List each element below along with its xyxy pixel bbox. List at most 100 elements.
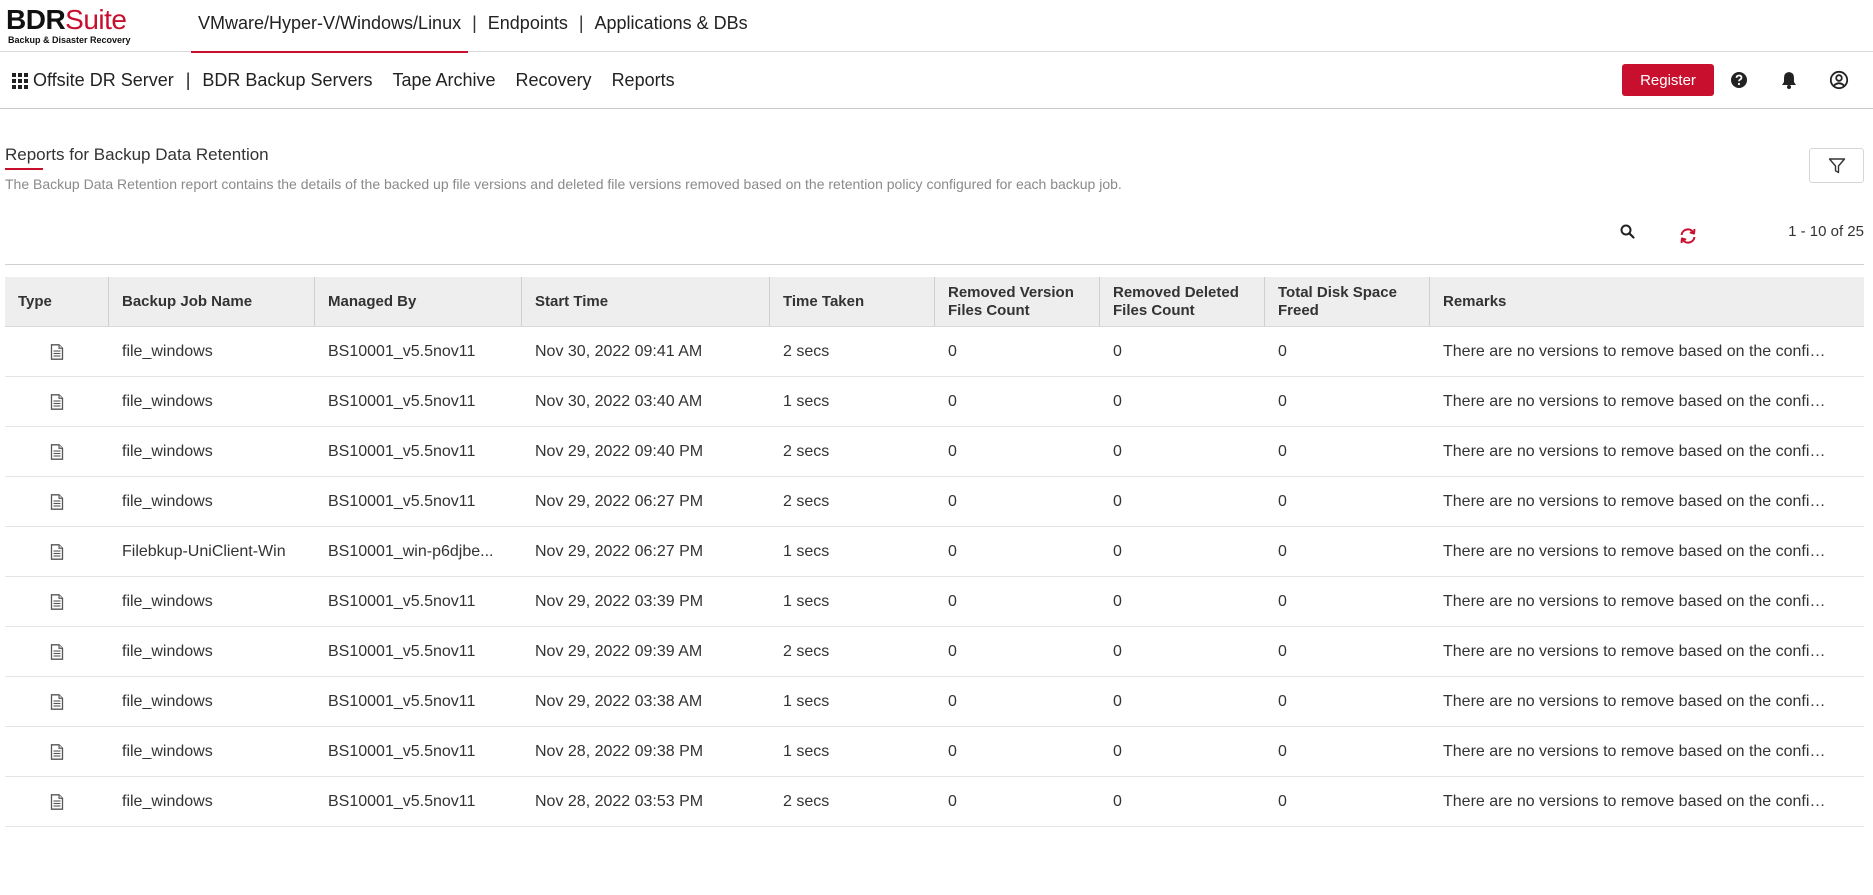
type-cell [5,477,109,526]
logo-subtitle: Backup & Disaster Recovery [8,35,131,45]
disk-space-freed-cell-text: 0 [1278,792,1287,810]
register-button[interactable]: Register [1622,64,1714,96]
remarks-cell-text: There are no versions to remove based on… [1443,592,1834,610]
managed-by-cell-text: BS10001_v5.5nov11 [328,592,476,610]
removed-deleted-count-cell: 0 [1100,477,1265,526]
remarks-cell-text: There are no versions to remove based on… [1443,392,1834,410]
table-row[interactable]: file_windows BS10001_v5.5nov11 Nov 28, 202… [5,727,1864,777]
backup-job-name-cell[interactable]: file_windows [109,377,315,426]
start-time-cell-text: Nov 28, 2022 09:38 PM [535,742,704,760]
col-remarks-header[interactable]: Remarks [1430,277,1864,326]
page-title: Reports for Backup Data Retention [5,145,269,164]
sub-nav-current-offsite-dr[interactable]: Offsite DR Server [33,70,184,91]
time-taken-cell: 1 secs [770,377,935,426]
removed-version-count-cell: 0 [935,777,1100,826]
file-document-icon [50,493,64,510]
backup-job-name-cell[interactable]: file_windows [109,727,315,776]
table-row[interactable]: file_windows BS10001_v5.5nov11 Nov 29, 202… [5,627,1864,677]
removed-deleted-count-cell: 0 [1100,727,1265,776]
logo-text-bdr: BDR [6,4,66,35]
bell-icon[interactable] [1779,70,1799,90]
time-taken-cell-text: 1 secs [783,742,830,760]
disk-space-freed-cell: 0 [1265,427,1430,476]
filter-button[interactable] [1809,148,1864,183]
file-document-icon [50,593,64,610]
col-removed-deleted-files-header[interactable]: Removed Deleted Files Count [1100,277,1265,326]
managed-by-cell-text: BS10001_v5.5nov11 [328,392,476,410]
managed-by-cell-text: BS10001_v5.5nov11 [328,692,476,710]
header-label-line: Managed By [328,292,417,310]
file-document-icon [50,643,64,660]
backup-job-name-cell[interactable]: file_windows [109,427,315,476]
backup-job-name-cell-text: Filebkup-UniClient-Win [122,542,286,560]
header-label-line: Files Count [1113,301,1195,319]
remarks-cell-text: There are no versions to remove based on… [1443,792,1834,810]
backup-job-name-cell[interactable]: file_windows [109,577,315,626]
table-row[interactable]: file_windows BS10001_v5.5nov11 Nov 29, 202… [5,477,1864,527]
start-time-cell: Nov 28, 2022 09:38 PM [522,727,770,776]
disk-space-freed-cell: 0 [1265,477,1430,526]
header-label: Removed Deleted Files Count [1113,284,1239,320]
removed-version-count-cell: 0 [935,727,1100,776]
app-grid-icon[interactable] [12,73,28,89]
remarks-cell: There are no versions to remove based on… [1430,427,1864,476]
col-total-disk-freed-header[interactable]: Total Disk Space Freed [1265,277,1430,326]
backup-job-name-cell[interactable]: file_windows [109,777,315,826]
product-tab-vmware[interactable]: VMware/Hyper-V/Windows/Linux [191,0,469,53]
table-body: file_windows BS10001_v5.5nov11 Nov 30, 202… [5,327,1864,827]
removed-version-count-cell-text: 0 [948,742,957,760]
remarks-cell: There are no versions to remove based on… [1430,377,1864,426]
backup-job-name-cell[interactable]: file_windows [109,477,315,526]
table-row[interactable]: file_windows BS10001_v5.5nov11 Nov 30, 202… [5,327,1864,377]
removed-version-count-cell-text: 0 [948,342,957,360]
removed-version-count-cell-text: 0 [948,792,957,810]
sub-nav-tape-archive[interactable]: Tape Archive [382,70,505,91]
backup-job-name-cell[interactable]: file_windows [109,677,315,726]
start-time-cell: Nov 30, 2022 09:41 AM [522,327,770,376]
col-start-time-header[interactable]: Start Time [522,277,770,326]
removed-deleted-count-cell: 0 [1100,577,1265,626]
table-row[interactable]: file_windows BS10001_v5.5nov11 Nov 29, 202… [5,427,1864,477]
product-tab-applications[interactable]: Applications & DBs [588,0,755,52]
removed-deleted-count-cell-text: 0 [1113,442,1122,460]
disk-space-freed-cell: 0 [1265,527,1430,576]
remarks-cell: There are no versions to remove based on… [1430,777,1864,826]
file-document-icon [50,443,64,460]
col-managed-by-header[interactable]: Managed By [315,277,522,326]
table-row[interactable]: file_windows BS10001_v5.5nov11 Nov 29, 202… [5,677,1864,727]
col-backup-job-name-header[interactable]: Backup Job Name [109,277,315,326]
disk-space-freed-cell-text: 0 [1278,542,1287,560]
sub-nav-recovery[interactable]: Recovery [506,70,602,91]
disk-space-freed-cell: 0 [1265,327,1430,376]
table-row[interactable]: file_windows BS10001_v5.5nov11 Nov 29, 202… [5,577,1864,627]
refresh-icon[interactable] [1677,225,1699,247]
sub-nav-reports[interactable]: Reports [602,70,685,91]
product-tab-endpoints[interactable]: Endpoints [481,0,575,52]
col-removed-version-files-header[interactable]: Removed Version Files Count [935,277,1100,326]
page-description: The Backup Data Retention report contain… [5,176,1122,192]
sub-nav-bdr-backup-servers[interactable]: BDR Backup Servers [192,70,382,91]
backup-job-name-cell[interactable]: file_windows [109,327,315,376]
table-row[interactable]: Filebkup-UniClient-Win BS10001_win-p6djbe… [5,527,1864,577]
remarks-cell: There are no versions to remove based on… [1430,527,1864,576]
disk-space-freed-cell-text: 0 [1278,742,1287,760]
managed-by-cell: BS10001_v5.5nov11 [315,677,522,726]
time-taken-cell-text: 2 secs [783,642,830,660]
time-taken-cell: 1 secs [770,727,935,776]
bdrsuite-logo[interactable]: BDRSuite Backup & Disaster Recovery [6,6,156,46]
search-icon[interactable] [1619,223,1637,241]
help-circle-icon[interactable] [1729,70,1749,90]
time-taken-cell: 1 secs [770,527,935,576]
col-time-taken-header[interactable]: Time Taken [770,277,935,326]
backup-job-name-cell[interactable]: file_windows [109,627,315,676]
table-row[interactable]: file_windows BS10001_v5.5nov11 Nov 28, 202… [5,777,1864,827]
col-type-header[interactable]: Type [5,277,109,326]
backup-job-name-cell[interactable]: Filebkup-UniClient-Win [109,527,315,576]
backup-job-name-cell-text: file_windows [122,692,213,710]
table-row[interactable]: file_windows BS10001_v5.5nov11 Nov 30, 202… [5,377,1864,427]
type-cell [5,427,109,476]
managed-by-cell-text: BS10001_v5.5nov11 [328,742,476,760]
remarks-cell-text: There are no versions to remove based on… [1443,492,1834,510]
removed-deleted-count-cell: 0 [1100,527,1265,576]
user-circle-icon[interactable] [1829,70,1849,90]
